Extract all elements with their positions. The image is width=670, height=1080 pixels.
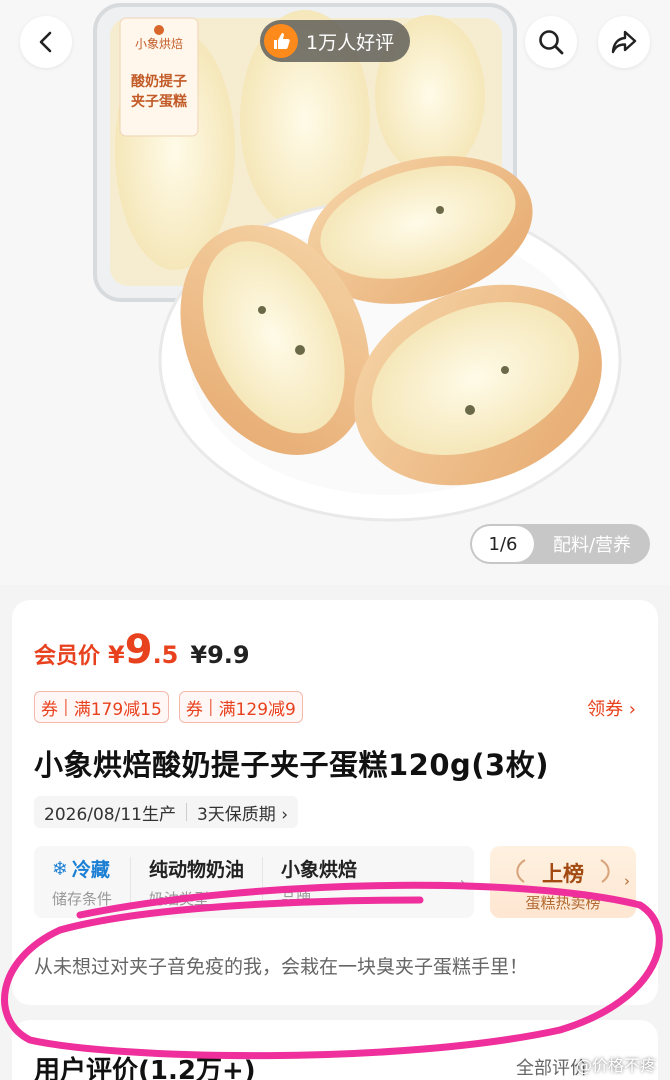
gallery-pager[interactable]: 1/6 配料/营养	[470, 524, 650, 564]
search-button[interactable]	[525, 16, 577, 68]
get-coupon-link[interactable]: 领券 ›	[587, 695, 636, 721]
coupon-tag-label: 券	[41, 699, 58, 720]
share-button[interactable]	[598, 16, 650, 68]
attribute-label: 奶油类型	[149, 890, 210, 908]
coupon-tag[interactable]: 券 | 满179减15	[34, 691, 169, 723]
coupon-tag-text: 满179减15	[73, 699, 162, 720]
original-price: ¥9.9	[190, 641, 250, 669]
thumbs-up-icon	[264, 24, 298, 58]
rating-badge[interactable]: 1万人好评	[260, 20, 411, 62]
attribute-cream-type: 纯动物奶油 奶油类型	[131, 857, 264, 908]
attribute-value: 纯动物奶油	[149, 859, 245, 881]
production-date: 2026/08/11生产	[44, 804, 176, 825]
attribute-label: 品牌	[281, 890, 312, 908]
product-gallery[interactable]: 小象烘焙 酸奶提子 夹子蛋糕 1万人好评 1/6 配料/营养	[0, 0, 670, 585]
ranking-badge[interactable]: 上榜 蛋糕热卖榜 ›	[490, 846, 636, 918]
package-brand-text: 小象烘焙	[135, 36, 183, 51]
gallery-counter: 1/6	[472, 526, 534, 562]
attribute-brand: 小象烘焙 品牌	[263, 857, 375, 908]
chevron-left-icon	[39, 31, 52, 53]
watermark: @价格不疼	[575, 1056, 656, 1075]
attribute-label: 储存条件	[52, 890, 113, 908]
ingredients-tab[interactable]: 配料/营养	[534, 531, 650, 557]
product-info-card: 会员价 ¥ 9 .5 ¥9.9 券 | 满179减15 券 | 满129减9 领券 …	[12, 600, 658, 1005]
back-button[interactable]	[20, 16, 72, 68]
coupon-tag-label: 券	[185, 699, 203, 720]
price-row: 会员价 ¥ 9 .5 ¥9.9	[34, 630, 250, 670]
attribute-storage: ❄ 冷藏 储存条件	[34, 857, 132, 908]
member-price-decimal: .5	[152, 641, 179, 669]
user-comment: 从未想过对夹子音免疫的我，会栽在一块臭夹子蛋糕手里！	[34, 956, 529, 978]
member-price-integer: 9	[124, 627, 153, 673]
package-label-line2: 夹子蛋糕	[131, 93, 187, 110]
reviews-section: 用户评价(1.2万+) 全部评价	[12, 1020, 658, 1080]
laurel-left-icon	[516, 859, 526, 883]
coupon-tag[interactable]: 券 | 满129减9	[178, 691, 303, 723]
attribute-value: 小象烘焙	[281, 859, 358, 881]
shelf-life: 3天保质期 ›	[196, 804, 289, 825]
rating-badge-text: 1万人好评	[306, 31, 395, 54]
chevron-right-icon: ›	[459, 872, 466, 892]
ranking-label: 蛋糕热卖榜	[525, 894, 601, 912]
laurel-right-icon	[600, 859, 610, 883]
attribute-value: 冷藏	[71, 859, 110, 881]
member-price-label: 会员价	[34, 644, 101, 669]
share-icon	[611, 30, 637, 54]
date-info[interactable]: 2026/08/11生产 3天保质期 ›	[34, 796, 299, 828]
chevron-right-icon: ›	[624, 872, 630, 890]
product-photo: 小象烘焙 酸奶提子 夹子蛋糕	[93, 3, 622, 522]
coupon-tag-text: 满129减9	[218, 699, 296, 720]
currency-symbol: ¥	[108, 641, 125, 669]
reviews-title: 用户评价(1.2万+)	[34, 1056, 256, 1080]
package-label-line1: 酸奶提子	[131, 73, 187, 90]
coupon-list: 券 | 满179减15 券 | 满129减9	[34, 691, 303, 723]
snowflake-icon: ❄	[52, 857, 68, 880]
search-icon	[539, 30, 564, 55]
product-title: 小象烘焙酸奶提子夹子蛋糕120g(3枚)	[34, 748, 549, 782]
attribute-strip[interactable]: ❄ 冷藏 储存条件 纯动物奶油 奶油类型 小象烘焙 品牌 ›	[34, 846, 474, 918]
